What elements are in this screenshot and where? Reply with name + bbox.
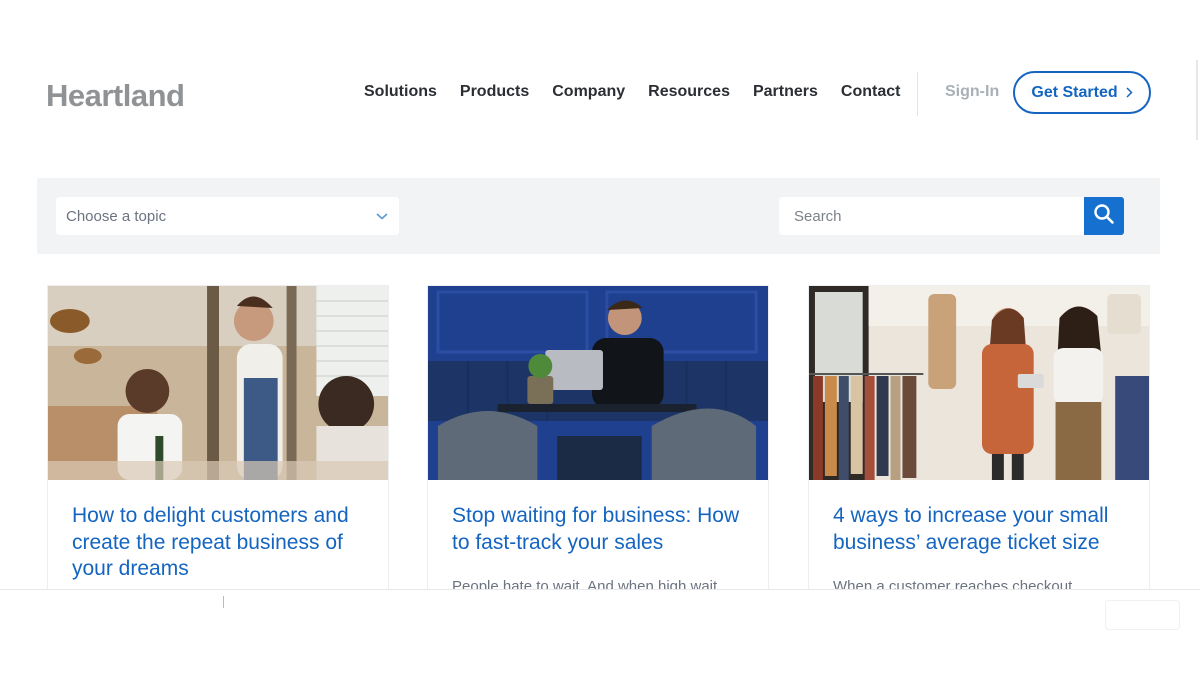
nav-item-resources[interactable]: Resources <box>648 82 730 102</box>
nav-item-company[interactable]: Company <box>552 82 625 102</box>
article-title[interactable]: How to delight customers and create the … <box>72 503 368 583</box>
chevron-down-icon <box>375 209 389 223</box>
site-header: Heartland Solutions Products Company Res… <box>0 0 1200 180</box>
article-card[interactable]: Stop waiting for business: How to fast-t… <box>427 285 769 625</box>
get-started-label: Get Started <box>1031 83 1118 101</box>
laptop-booth-image <box>428 286 768 480</box>
article-title[interactable]: 4 ways to increase your small business’ … <box>833 503 1129 556</box>
search-input[interactable] <box>779 197 1085 235</box>
main-nav: Solutions Products Company Resources Par… <box>364 82 923 102</box>
topic-select[interactable]: Choose a topic <box>56 197 399 235</box>
search-button[interactable] <box>1084 197 1124 235</box>
nav-item-contact[interactable]: Contact <box>841 82 901 102</box>
boutique-image <box>809 286 1149 480</box>
nav-item-partners[interactable]: Partners <box>753 82 818 102</box>
bottom-widget[interactable] <box>1105 600 1180 630</box>
nav-item-products[interactable]: Products <box>460 82 529 102</box>
nav-item-solutions[interactable]: Solutions <box>364 82 437 102</box>
restaurant-image <box>48 286 388 480</box>
filter-bar: Choose a topic <box>37 178 1160 254</box>
bottom-overlay-bar <box>0 589 1200 675</box>
search-icon <box>1093 203 1115 230</box>
chevron-right-icon <box>1126 85 1133 101</box>
sign-in-link[interactable]: Sign-In <box>945 82 999 102</box>
nav-divider <box>917 72 918 116</box>
article-card[interactable]: 4 ways to increase your small business’ … <box>808 285 1150 625</box>
article-title[interactable]: Stop waiting for business: How to fast-t… <box>452 503 748 556</box>
article-card[interactable]: How to delight customers and create the … <box>47 285 389 625</box>
topic-select-value: Choose a topic <box>66 207 167 225</box>
heartland-logo[interactable]: Heartland <box>46 78 185 114</box>
get-started-button[interactable]: Get Started <box>1013 71 1151 114</box>
text-cursor-mark <box>223 596 224 608</box>
scrollbar-track[interactable] <box>1196 60 1198 140</box>
